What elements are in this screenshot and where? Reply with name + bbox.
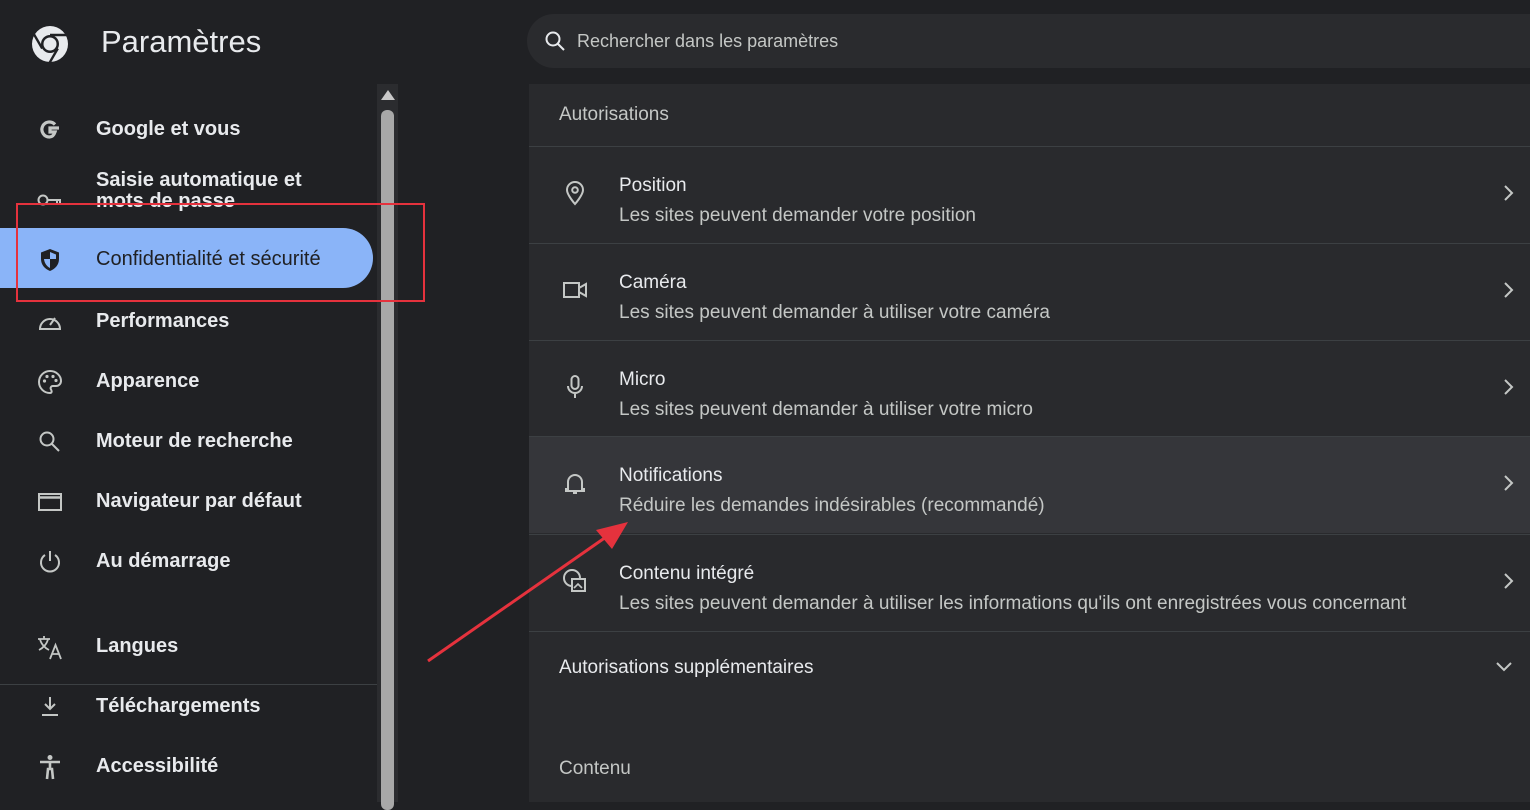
sidebar-item-accessibility[interactable]: Accessibilité xyxy=(0,735,373,795)
chevron-right-icon xyxy=(1502,571,1516,591)
google-icon xyxy=(36,116,64,144)
power-icon xyxy=(36,548,64,576)
permission-row-embedded-content[interactable]: Contenu intégré Les sites peuvent demand… xyxy=(529,534,1530,631)
chrome-logo-icon xyxy=(30,24,70,64)
chevron-right-icon xyxy=(1502,377,1516,397)
chevron-down-icon xyxy=(1494,660,1514,674)
permission-subtitle: Les sites peuvent demander à utiliser vo… xyxy=(619,399,1033,420)
accessibility-icon xyxy=(36,753,64,781)
permission-title: Micro xyxy=(619,369,666,390)
permission-title: Caméra xyxy=(619,272,687,293)
search-bar[interactable]: Rechercher dans les paramètres xyxy=(527,14,1530,68)
embedded-content-icon xyxy=(561,567,589,595)
sidebar-item-label: Langues xyxy=(96,635,179,657)
permission-row-notifications[interactable]: Notifications Réduire les demandes indés… xyxy=(529,436,1530,533)
sidebar-item-default-browser[interactable]: Navigateur par défaut xyxy=(0,470,373,530)
sidebar-item-languages[interactable]: Langues xyxy=(0,615,373,675)
sidebar-item-appearance[interactable]: Apparence xyxy=(0,350,373,410)
sidebar-item-label: Performances xyxy=(96,310,230,332)
bell-icon xyxy=(561,469,589,497)
permission-title: Contenu intégré xyxy=(619,563,755,584)
sidebar-item-label: Google et vous xyxy=(96,118,241,140)
microphone-icon xyxy=(561,373,589,401)
search-icon xyxy=(543,29,567,53)
sidebar-item-label: Navigateur par défaut xyxy=(96,490,302,512)
location-pin-icon xyxy=(561,179,589,207)
download-icon xyxy=(36,693,64,721)
section-title-content: Contenu xyxy=(559,758,631,779)
sidebar-item-label: Téléchargements xyxy=(96,695,261,717)
chevron-right-icon xyxy=(1502,473,1516,493)
sidebar-item-search-engine[interactable]: Moteur de recherche xyxy=(0,410,373,470)
additional-permissions-expander[interactable]: Autorisations supplémentaires xyxy=(529,631,1530,704)
sidebar-item-label: Moteur de recherche xyxy=(96,430,293,452)
sidebar-item-startup[interactable]: Au démarrage xyxy=(0,530,373,590)
sidebar-scrollbar[interactable] xyxy=(377,84,398,810)
top-bar: Paramètres Rechercher dans les paramètre… xyxy=(0,0,1530,84)
permission-title: Position xyxy=(619,175,687,196)
camera-icon xyxy=(561,276,589,304)
permission-subtitle: Réduire les demandes indésirables (recom… xyxy=(619,495,1045,516)
sidebar-item-google[interactable]: Google et vous xyxy=(0,98,373,158)
sidebar-item-label: Apparence xyxy=(96,370,200,392)
permission-row-microphone[interactable]: Micro Les sites peuvent demander à utili… xyxy=(529,340,1530,437)
section-title-permissions: Autorisations xyxy=(559,104,669,125)
scroll-up-arrow-icon[interactable] xyxy=(381,90,395,100)
chevron-right-icon xyxy=(1502,183,1516,203)
main-content: Autorisations Position Les sites peuvent… xyxy=(529,84,1530,802)
speedometer-icon xyxy=(36,308,64,336)
sidebar-item-label: Au démarrage xyxy=(96,550,231,572)
translate-icon xyxy=(36,633,64,661)
page-title: Paramètres xyxy=(101,24,262,59)
chevron-right-icon xyxy=(1502,280,1516,300)
palette-icon xyxy=(36,368,64,396)
search-input[interactable]: Rechercher dans les paramètres xyxy=(577,31,838,52)
permission-title: Notifications xyxy=(619,465,723,486)
sidebar-item-downloads[interactable]: Téléchargements xyxy=(0,675,373,735)
sidebar-item-label: Accessibilité xyxy=(96,755,219,777)
sidebar: Google et vous Saisie automatique et mot… xyxy=(0,84,377,802)
search-icon xyxy=(36,428,64,456)
permission-row-location[interactable]: Position Les sites peuvent demander votr… xyxy=(529,146,1530,243)
browser-window-icon xyxy=(36,488,64,516)
permission-row-camera[interactable]: Caméra Les sites peuvent demander à util… xyxy=(529,243,1530,340)
annotation-highlight-box xyxy=(16,203,425,302)
permission-subtitle: Les sites peuvent demander votre positio… xyxy=(619,205,976,226)
permission-subtitle: Les sites peuvent demander à utiliser le… xyxy=(619,593,1407,614)
additional-permissions-label: Autorisations supplémentaires xyxy=(559,657,814,678)
permission-subtitle: Les sites peuvent demander à utiliser vo… xyxy=(619,302,1050,323)
